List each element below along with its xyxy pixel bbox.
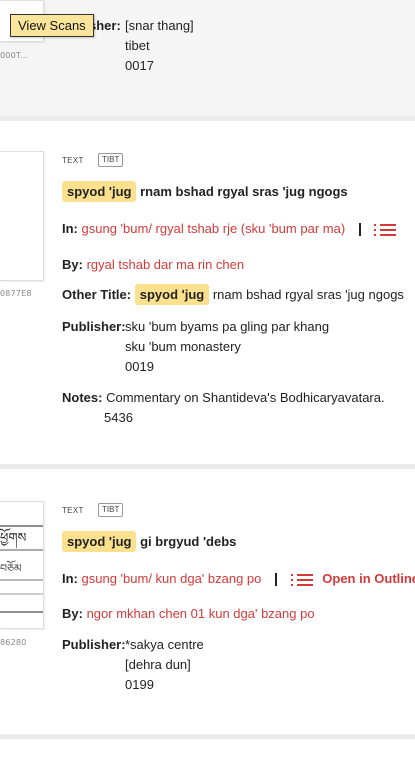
notes-label: Notes: xyxy=(62,390,103,405)
result-card-partial xyxy=(0,739,415,765)
other-title-row: Other Title: spyod 'jug rnam bshad rgyal… xyxy=(62,284,404,305)
publisher-value-line-2: sku 'bum monastery xyxy=(125,339,241,354)
by-row: By: rgyal tshab dar ma rin chen xyxy=(62,257,244,272)
publisher-label: Publisher: xyxy=(62,637,126,652)
by-row: By: ngor mkhan chen 01 kun dga' bzang po xyxy=(62,606,315,621)
type-badge: TEXT xyxy=(62,506,84,515)
script-badge: TIBT xyxy=(98,153,124,167)
thumbnail-id: 0877E8 xyxy=(0,289,32,298)
title-rest: gi brgyud 'debs xyxy=(140,534,237,549)
scan-thumbnail[interactable]: ཕྱོགས བཅོམ xyxy=(0,501,44,629)
publisher-value-line-2: tibet xyxy=(125,38,150,53)
publisher-value-line-3: 0019 xyxy=(125,359,154,374)
publisher-value-line-2: [dehra dun] xyxy=(125,657,191,672)
in-label: In: xyxy=(62,571,78,586)
publisher-value-line-1: sku 'bum byams pa gling par khang xyxy=(125,319,330,334)
author-link[interactable]: rgyal tshab dar ma rin chen xyxy=(87,257,245,272)
result-title[interactable]: spyod 'jug rnam bshad rgyal sras 'jug ng… xyxy=(62,181,348,202)
in-row: In: gsung 'bum/ kun dga' bzang po Open i… xyxy=(62,571,415,587)
by-label: By: xyxy=(62,257,83,272)
publisher-label: Publisher: xyxy=(62,319,126,334)
in-collection-link[interactable]: gsung 'bum/ rgyal tshab rje (sku 'bum pa… xyxy=(82,221,346,236)
result-title[interactable]: spyod 'jug gi brgyud 'debs xyxy=(62,531,237,552)
thumbnail-id: 000T... xyxy=(0,51,29,60)
outline-list-icon[interactable] xyxy=(374,223,397,236)
publisher-row: Publisher: xyxy=(62,637,126,652)
script-badge: TIBT xyxy=(98,503,124,517)
title-highlight: spyod 'jug xyxy=(62,531,137,552)
result-card: ཕྱོགས བཅོམ 86280 TEXT TIBT spyod 'jug gi… xyxy=(0,469,415,734)
title-rest: rnam bshad rgyal sras 'jug ngogs xyxy=(140,184,348,199)
other-title-label: Other Title: xyxy=(62,287,132,302)
type-badge: TEXT xyxy=(62,156,84,165)
title-highlight: spyod 'jug xyxy=(62,181,137,202)
publisher-value-line-1: [snar thang] xyxy=(125,18,194,33)
tibetan-scan-preview: ཕྱོགས བཅོམ xyxy=(0,525,43,613)
in-row: In: gsung 'bum/ rgyal tshab rje (sku 'bu… xyxy=(62,221,397,237)
publisher-row: Publisher: xyxy=(62,319,126,334)
notes-value-line-1: Commentary on Shantideva's Bodhicaryavat… xyxy=(106,390,385,405)
in-label: In: xyxy=(62,221,78,236)
publisher-value-line-3: 0017 xyxy=(125,58,154,73)
other-title-highlight: spyod 'jug xyxy=(134,284,210,305)
result-card-partial: 000T... View Scans sher: [snar thang] ti… xyxy=(0,0,415,116)
publisher-value-line-1: *sakya centre xyxy=(125,637,204,652)
open-in-outline-link[interactable]: Open in Outline xyxy=(322,571,415,586)
thumbnail-id: 86280 xyxy=(0,638,27,647)
separator xyxy=(358,223,361,237)
publisher-value-line-3: 0199 xyxy=(125,677,154,692)
scan-thumbnail[interactable] xyxy=(0,151,44,281)
svg-text:ཕྱོགས: ཕྱོགས xyxy=(0,527,26,549)
author-link[interactable]: ngor mkhan chen 01 kun dga' bzang po xyxy=(87,606,315,621)
search-results-page: 000T... View Scans sher: [snar thang] ti… xyxy=(0,0,415,765)
notes-value-line-2: 5436 xyxy=(104,410,133,425)
separator xyxy=(275,573,278,587)
publisher-label: sher: xyxy=(89,18,121,33)
in-collection-link[interactable]: gsung 'bum/ kun dga' bzang po xyxy=(82,571,262,586)
svg-text:བཅོམ: བཅོམ xyxy=(0,560,22,575)
outline-list-icon[interactable] xyxy=(290,573,313,586)
view-scans-tooltip: View Scans xyxy=(10,14,94,37)
other-title-rest: rnam bshad rgyal sras 'jug ngogs xyxy=(212,287,404,302)
by-label: By: xyxy=(62,606,83,621)
notes-row: Notes: Commentary on Shantideva's Bodhic… xyxy=(62,390,385,405)
result-card: 0877E8 TEXT TIBT spyod 'jug rnam bshad r… xyxy=(0,121,415,464)
